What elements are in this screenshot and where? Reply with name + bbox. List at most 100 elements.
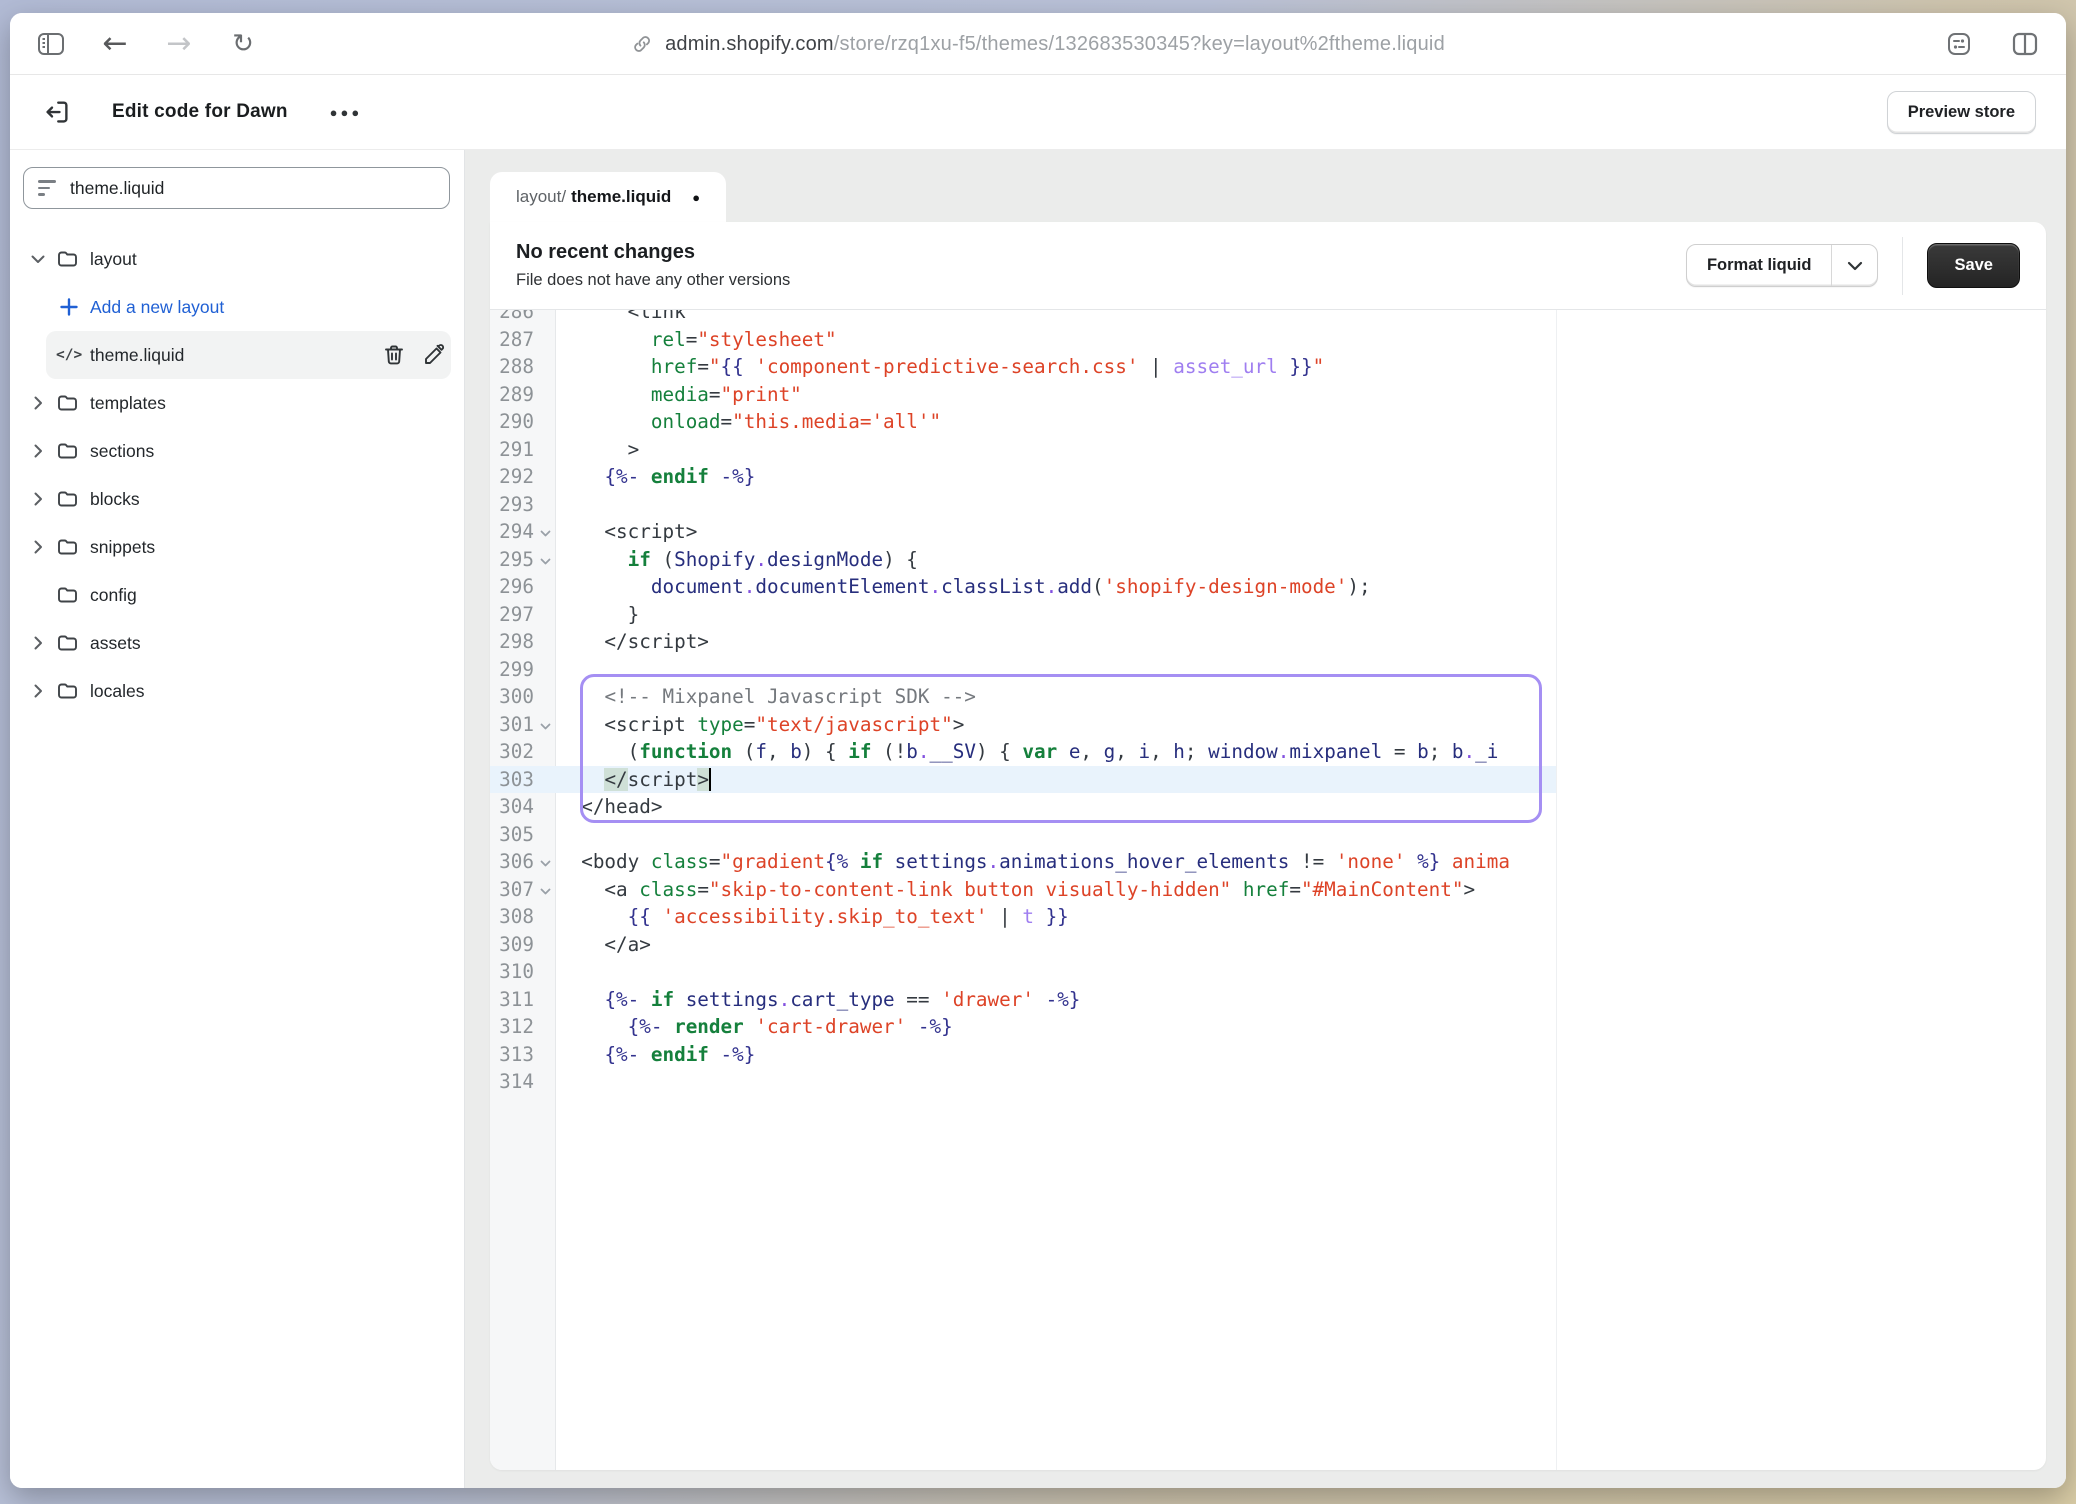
sidebar-item-snippets[interactable]: snippets xyxy=(10,523,464,571)
reload-button[interactable]: ↻ xyxy=(228,29,258,59)
code-editor[interactable]: 286 <link287 rel="stylesheet"288 href="{… xyxy=(490,310,2046,1470)
extensions-icon[interactable] xyxy=(1944,29,1974,59)
format-options-dropdown[interactable] xyxy=(1831,245,1877,286)
code-line-295[interactable]: 295 if (Shopify.designMode) { xyxy=(490,546,1556,574)
code-line-293[interactable]: 293 xyxy=(490,491,1556,519)
code-line-309[interactable]: 309 </a> xyxy=(490,931,1556,959)
rename-file-button[interactable] xyxy=(422,343,446,367)
chevron-right-icon xyxy=(34,396,43,410)
code-line-301[interactable]: 301 <script type="text/javascript"> xyxy=(490,711,1556,739)
code-text[interactable]: </head> xyxy=(556,793,662,821)
code-line-289[interactable]: 289 media="print" xyxy=(490,381,1556,409)
code-line-306[interactable]: 306 <body class="gradient{% if settings.… xyxy=(490,848,1556,876)
code-text[interactable]: {%- endif -%} xyxy=(556,1041,755,1069)
save-button[interactable]: Save xyxy=(1927,243,2020,288)
code-line-312[interactable]: 312 {%- render 'cart-drawer' -%} xyxy=(490,1013,1556,1041)
pencil-icon[interactable] xyxy=(422,343,446,367)
line-number: 309 xyxy=(490,933,534,956)
code-text[interactable]: <body class="gradient{% if settings.anim… xyxy=(556,848,1510,876)
line-number: 302 xyxy=(490,740,534,763)
fold-spacer xyxy=(534,832,556,836)
forward-button[interactable]: → xyxy=(164,29,194,59)
folder-icon xyxy=(56,631,80,655)
code-text[interactable]: {%- if settings.cart_type == 'drawer' -%… xyxy=(556,986,1080,1014)
code-line-296[interactable]: 296 document.documentElement.classList.a… xyxy=(490,573,1556,601)
code-text[interactable]: if (Shopify.designMode) { xyxy=(556,546,918,574)
code-line-303[interactable]: 303 </script> xyxy=(490,766,1556,794)
code-text[interactable]: <script> xyxy=(556,518,697,546)
code-line-304[interactable]: 304 </head> xyxy=(490,793,1556,821)
search-input[interactable] xyxy=(70,178,435,199)
code-text[interactable]: > xyxy=(556,436,639,464)
code-line-294[interactable]: 294 <script> xyxy=(490,518,1556,546)
code-text[interactable]: </script> xyxy=(556,628,709,656)
code-text[interactable]: </a> xyxy=(556,931,651,959)
code-line-313[interactable]: 313 {%- endif -%} xyxy=(490,1041,1556,1069)
fold-chevron-icon[interactable] xyxy=(534,884,556,895)
code-line-305[interactable]: 305 xyxy=(490,821,1556,849)
sidebar-item-locales[interactable]: locales xyxy=(10,667,464,715)
code-line-314[interactable]: 314 xyxy=(490,1068,1556,1096)
code-line-292[interactable]: 292 {%- endif -%} xyxy=(490,463,1556,491)
code-line-300[interactable]: 300 <!-- Mixpanel Javascript SDK --> xyxy=(490,683,1556,711)
back-button[interactable]: ← xyxy=(100,29,130,59)
code-line-291[interactable]: 291 > xyxy=(490,436,1556,464)
fold-chevron-icon[interactable] xyxy=(534,526,556,537)
sidebar-item-theme-liquid[interactable]: </>theme.liquid xyxy=(10,331,464,379)
address-bar[interactable]: admin.shopify.com/store/rzq1xu-f5/themes… xyxy=(631,13,1445,75)
preview-store-button[interactable]: Preview store xyxy=(1887,91,2036,134)
code-line-290[interactable]: 290 onload="this.media='all'" xyxy=(490,408,1556,436)
code-text[interactable]: document.documentElement.classList.add('… xyxy=(556,573,1371,601)
browser-sidebar-toggle-icon[interactable] xyxy=(36,29,66,59)
code-line-287[interactable]: 287 rel="stylesheet" xyxy=(490,326,1556,354)
more-options-button[interactable]: ●●● xyxy=(330,105,363,120)
code-line-288[interactable]: 288 href="{{ 'component-predictive-searc… xyxy=(490,353,1556,381)
sidebar-item-sections[interactable]: sections xyxy=(10,427,464,475)
code-text[interactable]: href="{{ 'component-predictive-search.cs… xyxy=(556,353,1324,381)
file-search-field[interactable] xyxy=(23,167,450,209)
fold-chevron-icon[interactable] xyxy=(534,856,556,867)
code-text[interactable]: <a class="skip-to-content-link button vi… xyxy=(556,876,1475,904)
delete-file-button[interactable] xyxy=(382,343,406,367)
item-label: sections xyxy=(90,427,154,475)
code-text[interactable]: {%- render 'cart-drawer' -%} xyxy=(556,1013,953,1041)
sidebar-item-assets[interactable]: assets xyxy=(10,619,464,667)
code-text[interactable]: </script> xyxy=(556,766,711,794)
fold-chevron-icon[interactable] xyxy=(534,719,556,730)
code-text[interactable]: media="print" xyxy=(556,381,802,409)
code-text[interactable]: <link xyxy=(556,310,686,326)
code-line-307[interactable]: 307 <a class="skip-to-content-link butto… xyxy=(490,876,1556,904)
trash-icon[interactable] xyxy=(382,343,406,367)
item-label: assets xyxy=(90,619,141,667)
code-text[interactable]: (function (f, b) { if (!b.__SV) { var e,… xyxy=(556,738,1498,766)
code-text[interactable]: onload="this.media='all'" xyxy=(556,408,941,436)
code-text[interactable]: } xyxy=(556,601,639,629)
format-liquid-button[interactable]: Format liquid xyxy=(1687,245,1832,286)
code-line-302[interactable]: 302 (function (f, b) { if (!b.__SV) { va… xyxy=(490,738,1556,766)
code-text[interactable]: <!-- Mixpanel Javascript SDK --> xyxy=(556,683,976,711)
split-view-icon[interactable] xyxy=(2010,29,2040,59)
tab-theme-liquid[interactable]: layout/theme.liquid ● xyxy=(490,172,726,222)
code-line-299[interactable]: 299 xyxy=(490,656,1556,684)
sidebar-item-layout[interactable]: layout xyxy=(10,235,464,283)
code-line-311[interactable]: 311 {%- if settings.cart_type == 'drawer… xyxy=(490,986,1556,1014)
format-liquid-split-button: Format liquid xyxy=(1686,244,1879,287)
code-line-297[interactable]: 297 } xyxy=(490,601,1556,629)
exit-editor-icon[interactable] xyxy=(40,95,74,129)
code-line-308[interactable]: 308 {{ 'accessibility.skip_to_text' | t … xyxy=(490,903,1556,931)
line-number: 312 xyxy=(490,1015,534,1038)
code-text[interactable]: {%- endif -%} xyxy=(556,463,755,491)
fold-spacer xyxy=(534,997,556,1001)
sidebar-item-config[interactable]: config xyxy=(10,571,464,619)
fold-chevron-icon[interactable] xyxy=(534,554,556,565)
code-text[interactable]: rel="stylesheet" xyxy=(556,326,837,354)
add-new-layout-link[interactable]: Add a new layout xyxy=(10,283,464,331)
code-text[interactable]: {{ 'accessibility.skip_to_text' | t }} xyxy=(556,903,1069,931)
code-line-298[interactable]: 298 </script> xyxy=(490,628,1556,656)
sidebar-item-templates[interactable]: templates xyxy=(10,379,464,427)
code-line-286[interactable]: 286 <link xyxy=(490,310,1556,326)
line-number: 310 xyxy=(490,960,534,983)
sidebar-item-blocks[interactable]: blocks xyxy=(10,475,464,523)
code-text[interactable]: <script type="text/javascript"> xyxy=(556,711,964,739)
code-line-310[interactable]: 310 xyxy=(490,958,1556,986)
